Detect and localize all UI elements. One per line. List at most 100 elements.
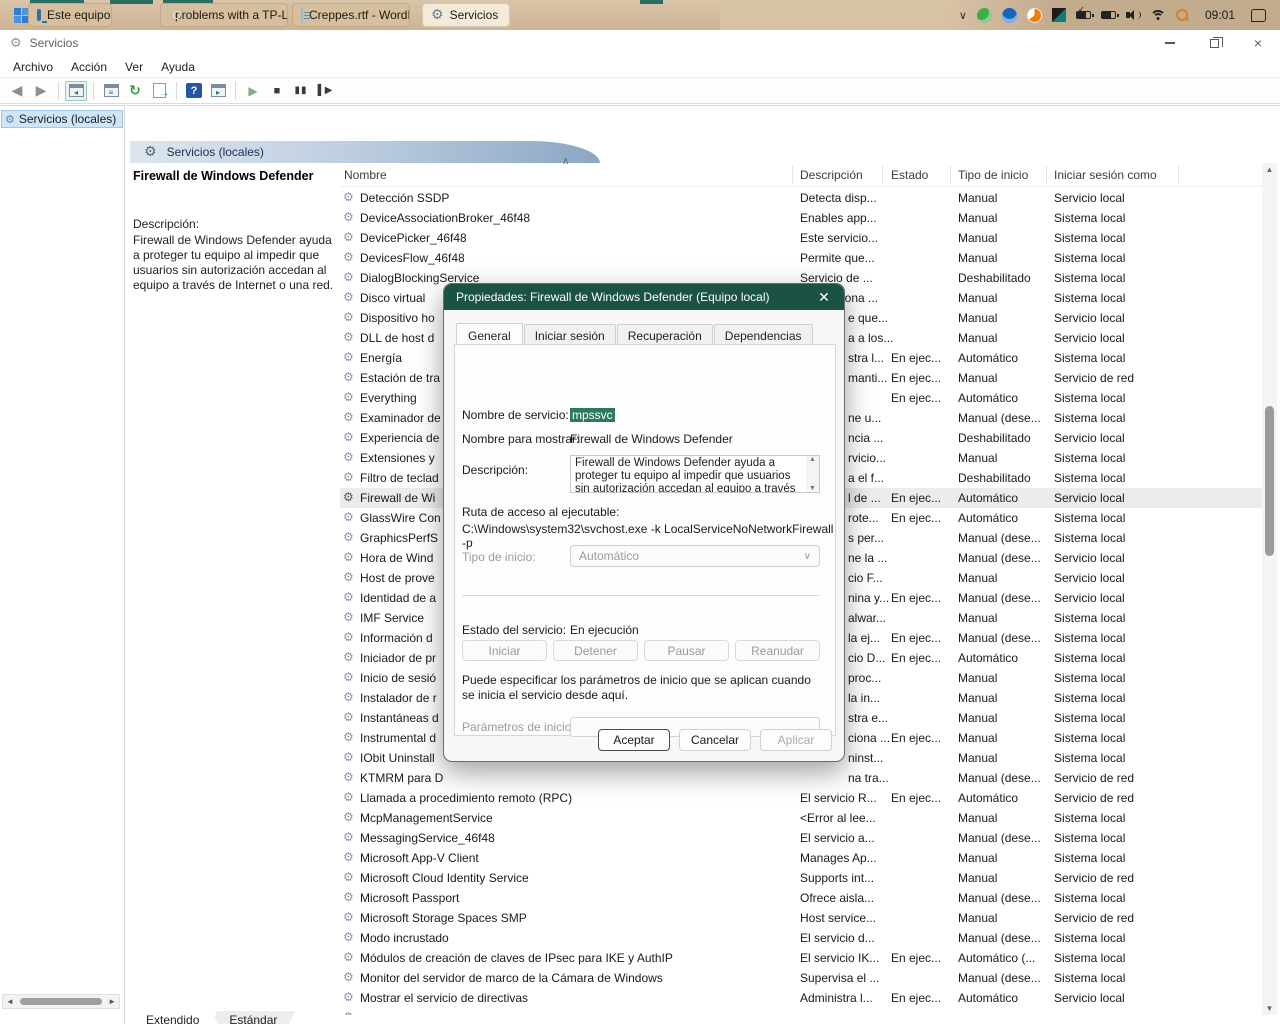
taskbar-button-computer[interactable]: Este equipo [28,3,112,27]
dialog-close-icon[interactable]: ✕ [804,284,844,310]
table-row[interactable]: ⚙Detección SSDPDetecta disp...ManualServ… [340,188,1262,208]
scroll-right-icon[interactable]: ► [108,997,116,1006]
table-row[interactable]: ⚙ [340,1008,1262,1015]
clock[interactable]: 09:01 [1199,8,1241,22]
table-row[interactable]: ⚙DeviceAssociationBroker_46f48Enables ap… [340,208,1262,228]
start-service-button[interactable]: ▶ [242,81,264,101]
cell-iniciar-sesion: Servicio local [1054,491,1176,505]
startup-type-select[interactable]: Automático ∨ [570,545,820,567]
view-tabs: ExtendidoEstándar [128,1011,289,1024]
scroll-down-icon[interactable]: ▼ [1262,1004,1277,1013]
button-pausar[interactable]: Pausar [644,640,729,661]
cell-tipo-inicio: Manual (dese... [958,631,1050,645]
show-action-pane-button[interactable]: ▸ [207,81,229,101]
scroll-left-icon[interactable]: ◄ [6,997,14,1006]
close-button[interactable]: × [1236,30,1280,56]
tray-orange-app-icon[interactable] [1027,8,1042,23]
tray-chevron-icon[interactable]: ∨ [959,9,967,22]
column-header-nombre[interactable]: Nombre [344,168,387,182]
table-row[interactable]: ⚙DevicesFlow_46f48Permite que...ManualSi… [340,248,1262,268]
cell-iniciar-sesion: Sistema local [1054,951,1176,965]
menu-ver[interactable]: Ver [116,58,152,76]
table-row[interactable]: ⚙DevicePicker_46f48Este servicio...Manua… [340,228,1262,248]
table-row[interactable]: ⚙Modo incrustadoEl servicio d...Manual (… [340,928,1262,948]
show-console-tree-button[interactable]: ◂ [65,81,87,101]
help-button[interactable]: ? [183,81,205,101]
taskbar-button-services-gear[interactable]: ⚙Servicios [422,3,510,27]
properties-button[interactable]: ≡ [100,81,122,101]
cell-iniciar-sesion: Sistema local [1054,831,1176,845]
taskbar-button-browser-dark[interactable]: problems with a TP-Lin... [160,3,288,27]
cell-tipo-inicio: Automático [958,391,1050,405]
cell-nombre: Módulos de creación de claves de IPsec p… [360,951,792,965]
column-header-descripcion[interactable]: Descripción [800,168,863,182]
column-header-estado[interactable]: Estado [891,168,928,182]
volume-icon[interactable] [1126,9,1140,21]
table-row[interactable]: ⚙Mostrar el servicio de directivasAdmini… [340,988,1262,1008]
service-gear-icon: ⚙ [343,990,354,1004]
back-button[interactable]: ◀ [6,81,28,101]
minimize-button[interactable] [1148,30,1192,56]
button-iniciar[interactable]: Iniciar [462,640,547,661]
startup-type-label: Tipo de inicio: [462,550,536,564]
search-icon[interactable] [1176,9,1189,22]
pause-service-button[interactable]: ▮▮ [290,81,312,101]
scroll-up-icon[interactable]: ▲ [1262,165,1277,174]
table-row[interactable]: ⚙Microsoft PassportOfrece aisla...Manual… [340,888,1262,908]
column-header-iniciar-sesion[interactable]: Iniciar sesión como [1054,168,1157,182]
menu-accion[interactable]: Acción [62,58,116,76]
taskbar-button-wordpad[interactable]: Creppes.rtf - WordPad [292,3,410,27]
service-gear-icon: ⚙ [343,470,354,484]
table-row[interactable]: ⚙Monitor del servidor de marco de la Cám… [340,968,1262,988]
scroll-down-icon[interactable]: ▼ [809,485,816,492]
cell-tipo-inicio: Automático [958,511,1050,525]
refresh-button[interactable]: ↻ [124,81,146,101]
scroll-up-icon[interactable]: ▲ [809,456,816,463]
table-row[interactable]: ⚙Microsoft App-V ClientManages Ap...Manu… [340,848,1262,868]
column-header-tipo-inicio[interactable]: Tipo de inicio [958,168,1028,182]
cell-tipo-inicio: Manual (dese... [958,551,1050,565]
dialog-description-textarea[interactable]: Firewall de Windows Defender ayuda a pro… [570,455,820,493]
notification-icon[interactable] [1251,9,1266,22]
stop-service-button[interactable]: ■ [266,81,288,101]
tray-teal-app-icon[interactable] [1052,8,1066,22]
vertical-scrollbar[interactable]: ▲ ▼ [1262,163,1277,1015]
cell-iniciar-sesion: Sistema local [1054,851,1176,865]
tray-green-app-icon[interactable] [977,8,992,23]
cell-tipo-inicio: Manual (dese... [958,411,1050,425]
export-list-button[interactable] [148,81,170,101]
table-row[interactable]: ⚙KTMRM para Dna tra...Manual (dese...Ser… [340,768,1262,788]
tree-item-services-local[interactable]: ⚙ Servicios (locales) [1,110,123,128]
table-row[interactable]: ⚙Módulos de creación de claves de IPsec … [340,948,1262,968]
cell-iniciar-sesion: Servicio de red [1054,911,1176,925]
button-reanudar[interactable]: Reanudar [735,640,820,661]
battery-check-icon[interactable] [1076,11,1091,19]
restart-service-button[interactable]: ▌▶ [314,81,336,101]
tray-blue-app-icon[interactable] [1002,8,1017,23]
menu-ayuda[interactable]: Ayuda [152,58,204,76]
wifi-icon[interactable] [1150,10,1166,21]
forward-button[interactable]: ▶ [30,81,52,101]
service-gear-icon: ⚙ [343,870,354,884]
panel-header-label: Servicios (locales) [167,145,264,159]
button-aplicar[interactable]: Aplicar [760,729,832,751]
table-row[interactable]: ⚙MessagingService_46f48El servicio a...M… [340,828,1262,848]
button-aceptar[interactable]: Aceptar [598,729,670,751]
table-row[interactable]: ⚙McpManagementService<Error al lee...Man… [340,808,1262,828]
button-detener[interactable]: Detener [553,640,638,661]
scrollbar-thumb[interactable] [20,998,102,1005]
table-row[interactable]: ⚙Microsoft Cloud Identity ServiceSupport… [340,868,1262,888]
horizontal-scrollbar[interactable]: ◄ ► [2,994,120,1009]
view-tab-estándar[interactable]: Estándar [211,1011,295,1024]
cell-descripcion: na tra... [800,771,896,785]
textarea-scrollbar[interactable]: ▲▼ [806,456,819,492]
menu-archivo[interactable]: Archivo [4,58,62,76]
table-row[interactable]: ⚙Microsoft Storage Spaces SMPHost servic… [340,908,1262,928]
battery-icon[interactable] [1101,11,1116,19]
view-tab-extendido[interactable]: Extendido [128,1011,217,1024]
scrollbar-thumb[interactable] [1265,406,1274,556]
button-cancelar[interactable]: Cancelar [679,729,751,751]
cell-nombre: Microsoft Passport [360,891,792,905]
restore-button[interactable] [1192,30,1236,56]
table-row[interactable]: ⚙Llamada a procedimiento remoto (RPC)El … [340,788,1262,808]
